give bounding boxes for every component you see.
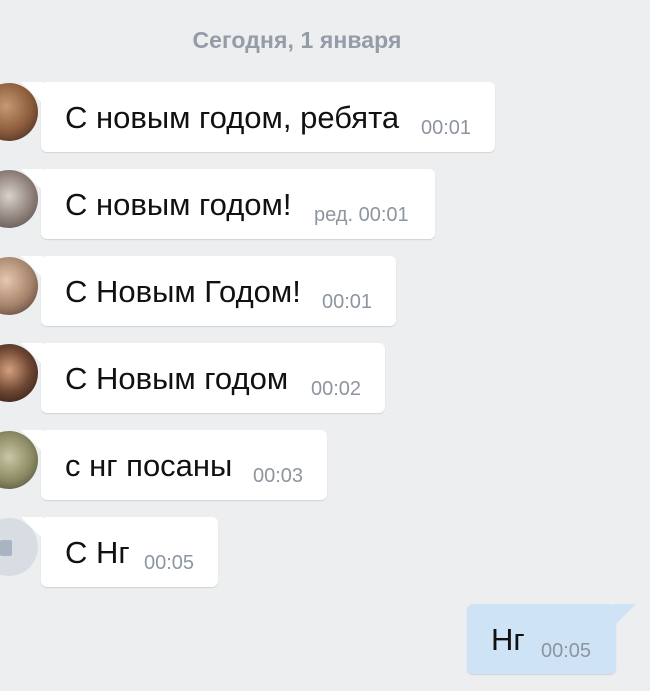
outgoing-message-bubble[interactable]: Нг 00:05	[467, 604, 636, 674]
message-bubble[interactable]: С новым годом! ред. 00:01	[21, 169, 435, 239]
message-time: ред. 00:01	[314, 204, 409, 226]
chat-date-separator: Сегодня, 1 января	[192, 27, 402, 53]
bubble-tail	[21, 169, 43, 191]
message-bubble[interactable]: С Новым Годом! 00:01	[21, 256, 396, 326]
message-bubble[interactable]: С новым годом, ребята 00:01	[21, 82, 495, 152]
message-text: С Новым годом	[65, 361, 289, 396]
bubble-tail	[21, 82, 43, 104]
message-text: Нг	[491, 622, 525, 657]
bubble-tail	[21, 343, 43, 365]
message-time: 00:05	[541, 640, 592, 662]
message-time: 00:02	[311, 378, 362, 400]
bubble-tail	[21, 430, 43, 452]
bubble-tail	[21, 256, 43, 278]
message-text: с нг посаны	[65, 448, 233, 483]
bubble-tail	[614, 604, 636, 626]
message-time: 00:01	[322, 291, 373, 313]
message-text: С Нг	[65, 535, 130, 570]
default-avatar-icon	[0, 540, 12, 556]
message-text: С новым годом!	[65, 187, 292, 222]
message-time: 00:03	[253, 465, 304, 487]
message-time: 00:01	[421, 117, 472, 139]
message-bubble[interactable]: С Нг 00:05	[21, 517, 218, 587]
message-bubble[interactable]: С Новым годом 00:02	[21, 343, 385, 413]
message-text: С Новым Годом!	[65, 274, 301, 309]
bubble-tail	[21, 517, 43, 539]
message-time: 00:05	[144, 552, 195, 574]
message-bubble[interactable]: с нг посаны 00:03	[21, 430, 327, 500]
message-text: С новым годом, ребята	[65, 100, 400, 135]
